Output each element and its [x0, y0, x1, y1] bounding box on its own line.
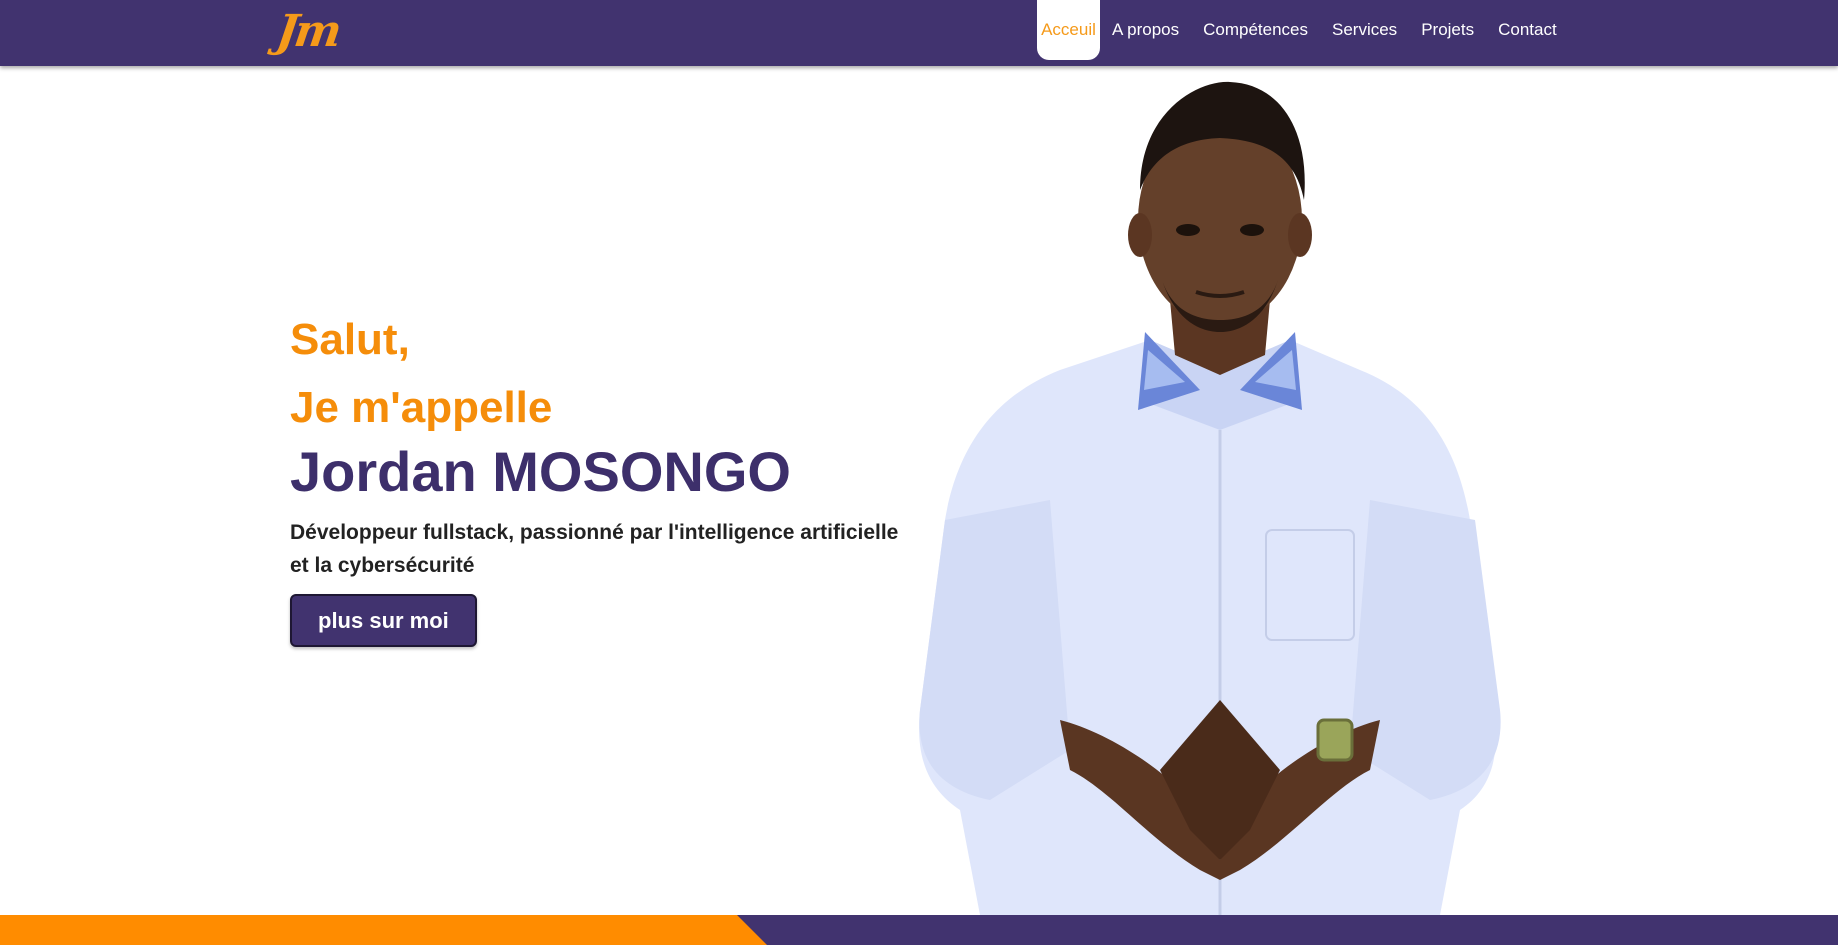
- hero-tagline: Développeur fullstack, passionné par l'i…: [290, 521, 899, 577]
- nav-item-projets[interactable]: Projets: [1409, 0, 1486, 60]
- nav-links: Acceuil A propos Compétences Services Pr…: [1037, 0, 1569, 66]
- hero-section: Salut, Je m'appelle Jordan MOSONGO Dével…: [290, 312, 910, 647]
- nav-item-contact[interactable]: Contact: [1486, 0, 1569, 60]
- bottom-color-band: [0, 915, 1838, 945]
- nav-item-competences[interactable]: Compétences: [1191, 0, 1320, 60]
- nav-item-a-propos[interactable]: A propos: [1100, 0, 1191, 60]
- nav-item-acceuil[interactable]: Acceuil: [1037, 0, 1100, 60]
- brand-logo[interactable]: Jm: [273, 6, 342, 57]
- more-about-me-button[interactable]: plus sur moi: [290, 594, 477, 647]
- hero-name: Jordan MOSONGO: [290, 440, 791, 503]
- navbar: Jm Acceuil A propos Compétences Services…: [0, 0, 1838, 66]
- hero-intro: Je m'appelle: [290, 383, 553, 432]
- band-purple: [737, 915, 1838, 945]
- profile-photo: [900, 70, 1520, 915]
- nav-item-services[interactable]: Services: [1320, 0, 1409, 60]
- hero-greeting: Salut,: [290, 315, 410, 364]
